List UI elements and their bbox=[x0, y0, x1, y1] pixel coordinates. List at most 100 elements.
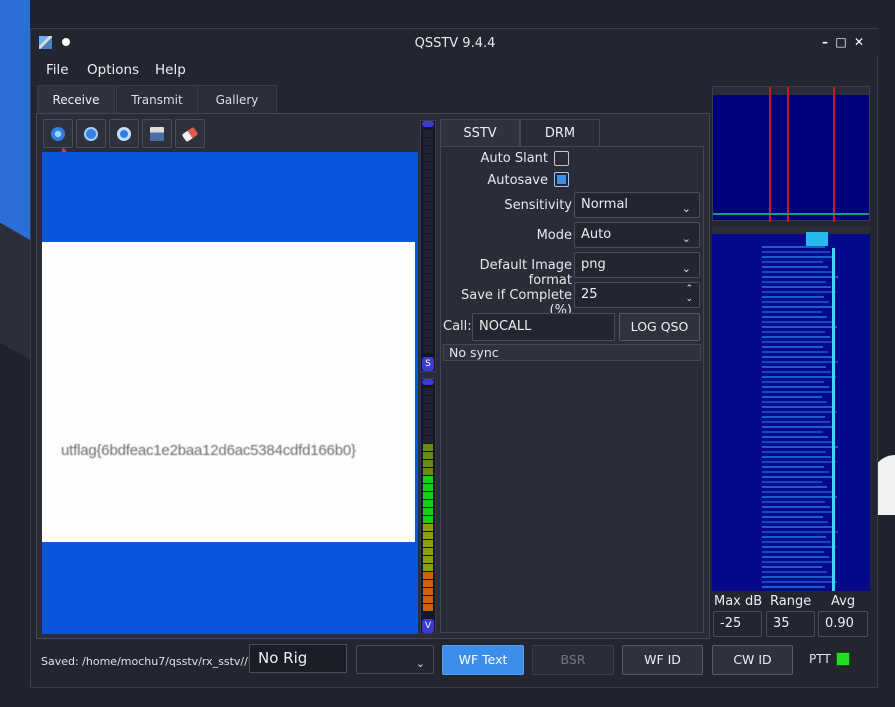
max-db-value: -25 bbox=[720, 616, 742, 631]
waterfall-line bbox=[762, 251, 830, 253]
meter-segment bbox=[423, 306, 433, 313]
waterfall-line bbox=[762, 406, 832, 408]
waterfall-line bbox=[762, 446, 838, 448]
meter-segment bbox=[423, 596, 433, 603]
wf-id-button[interactable]: WF ID bbox=[622, 645, 703, 675]
waterfall-line bbox=[762, 301, 829, 303]
save-if-complete-spinbox[interactable]: 25 ⌃ ⌄ bbox=[574, 282, 700, 308]
cw-id-button[interactable]: CW ID bbox=[712, 645, 793, 675]
max-db-spinbox[interactable]: -25 bbox=[713, 611, 762, 637]
mode-select[interactable]: Auto ⌄ bbox=[574, 222, 700, 248]
minimize-icon[interactable]: – bbox=[817, 34, 833, 50]
meter-segment bbox=[423, 170, 433, 177]
meter-segment bbox=[423, 210, 433, 217]
spin-arrows-icon[interactable]: ⌃ ⌄ bbox=[685, 284, 693, 304]
meter-segment bbox=[423, 572, 433, 579]
waterfall-line bbox=[762, 321, 832, 323]
status-combo[interactable]: ⌄ bbox=[356, 645, 434, 674]
waterfall-line bbox=[762, 561, 834, 563]
waterfall-line bbox=[762, 536, 826, 538]
meter-segment bbox=[423, 330, 433, 337]
waterfall-line bbox=[762, 456, 831, 458]
maximize-icon[interactable]: □ bbox=[833, 34, 849, 50]
range-spinbox[interactable]: 35 bbox=[766, 611, 815, 637]
sync-status: No sync bbox=[443, 344, 701, 361]
close-icon[interactable]: ✕ bbox=[851, 34, 867, 50]
waterfall-line bbox=[762, 366, 826, 368]
waterfall-line bbox=[762, 311, 822, 313]
waterfall-line bbox=[762, 396, 822, 398]
save-button[interactable] bbox=[142, 119, 172, 148]
meter-segment bbox=[423, 282, 433, 289]
meter-segment bbox=[423, 234, 433, 241]
marker-line bbox=[833, 87, 835, 222]
meter-segment bbox=[423, 564, 433, 571]
waterfall-line bbox=[762, 546, 836, 548]
bsr-button[interactable]: BSR bbox=[532, 645, 614, 675]
waterfall-line bbox=[762, 586, 825, 588]
tab-drm[interactable]: DRM bbox=[520, 119, 600, 147]
stop-button[interactable] bbox=[76, 119, 106, 148]
waterfall-line bbox=[762, 296, 824, 298]
waterfall-line bbox=[762, 491, 832, 493]
image-format-select[interactable]: png ⌄ bbox=[574, 252, 700, 278]
menu-file[interactable]: File bbox=[46, 62, 69, 78]
meter-cap bbox=[422, 121, 434, 127]
call-input[interactable]: NOCALL bbox=[472, 313, 615, 341]
meter-segment bbox=[423, 346, 433, 353]
waterfall-line bbox=[762, 541, 831, 543]
resync-button[interactable] bbox=[109, 119, 139, 148]
meter-cap bbox=[422, 379, 434, 385]
save-icon bbox=[150, 127, 164, 141]
tab-gallery[interactable]: Gallery bbox=[197, 85, 277, 113]
meter-segment bbox=[423, 460, 433, 467]
erase-button[interactable] bbox=[175, 119, 205, 148]
meter-segment bbox=[423, 314, 433, 321]
waterfall-line bbox=[762, 426, 835, 428]
waterfall-line bbox=[762, 421, 830, 423]
waterfall-line bbox=[762, 486, 827, 488]
waterfall-line bbox=[762, 431, 823, 433]
meter-segment bbox=[423, 130, 433, 137]
waterfall-line bbox=[762, 476, 834, 478]
log-qso-button[interactable]: LOG QSO bbox=[619, 313, 700, 341]
chevron-down-icon: ⌄ bbox=[681, 262, 691, 275]
spectrum-display bbox=[712, 86, 870, 222]
marker-line bbox=[787, 87, 789, 222]
sensitivity-select[interactable]: Normal ⌄ bbox=[574, 192, 700, 218]
avg-spinbox[interactable]: 0.90 bbox=[818, 611, 868, 637]
meter-segment bbox=[423, 162, 433, 169]
meter-segment bbox=[423, 388, 433, 395]
autosave-checkbox[interactable] bbox=[554, 172, 569, 187]
waterfall-line bbox=[762, 506, 830, 508]
range-value: 35 bbox=[773, 616, 790, 631]
autosave-label: Autosave bbox=[487, 173, 548, 188]
meter-segment bbox=[423, 580, 433, 587]
meter-segment bbox=[423, 548, 433, 555]
tab-receive[interactable]: Receive bbox=[37, 85, 115, 113]
range-label: Range bbox=[770, 594, 812, 609]
sensitivity-value: Normal bbox=[581, 197, 629, 212]
avg-value: 0.90 bbox=[825, 616, 854, 631]
start-receive-button[interactable] bbox=[43, 119, 73, 148]
chevron-down-icon: ⌄ bbox=[681, 202, 691, 215]
meter-segment bbox=[423, 338, 433, 345]
meter-segment bbox=[423, 524, 433, 531]
meter-segment bbox=[423, 178, 433, 185]
tab-sstv[interactable]: SSTV bbox=[440, 119, 520, 147]
menu-options[interactable]: Options bbox=[87, 62, 139, 78]
meter-segment bbox=[423, 298, 433, 305]
meter-segment bbox=[423, 420, 433, 427]
meter-segment bbox=[423, 404, 433, 411]
menu-help[interactable]: Help bbox=[155, 62, 186, 78]
waterfall-line bbox=[762, 356, 833, 358]
tab-transmit[interactable]: Transmit bbox=[116, 85, 198, 113]
eraser-icon bbox=[181, 126, 199, 143]
meter-segment bbox=[423, 186, 433, 193]
waterfall-line bbox=[762, 291, 836, 293]
meter-segment bbox=[423, 500, 433, 507]
auto-slant-label: Auto Slant bbox=[480, 151, 548, 166]
window-title: QSSTV 9.4.4 bbox=[414, 36, 496, 51]
auto-slant-checkbox[interactable] bbox=[554, 151, 569, 166]
wf-text-button[interactable]: WF Text bbox=[442, 645, 524, 675]
